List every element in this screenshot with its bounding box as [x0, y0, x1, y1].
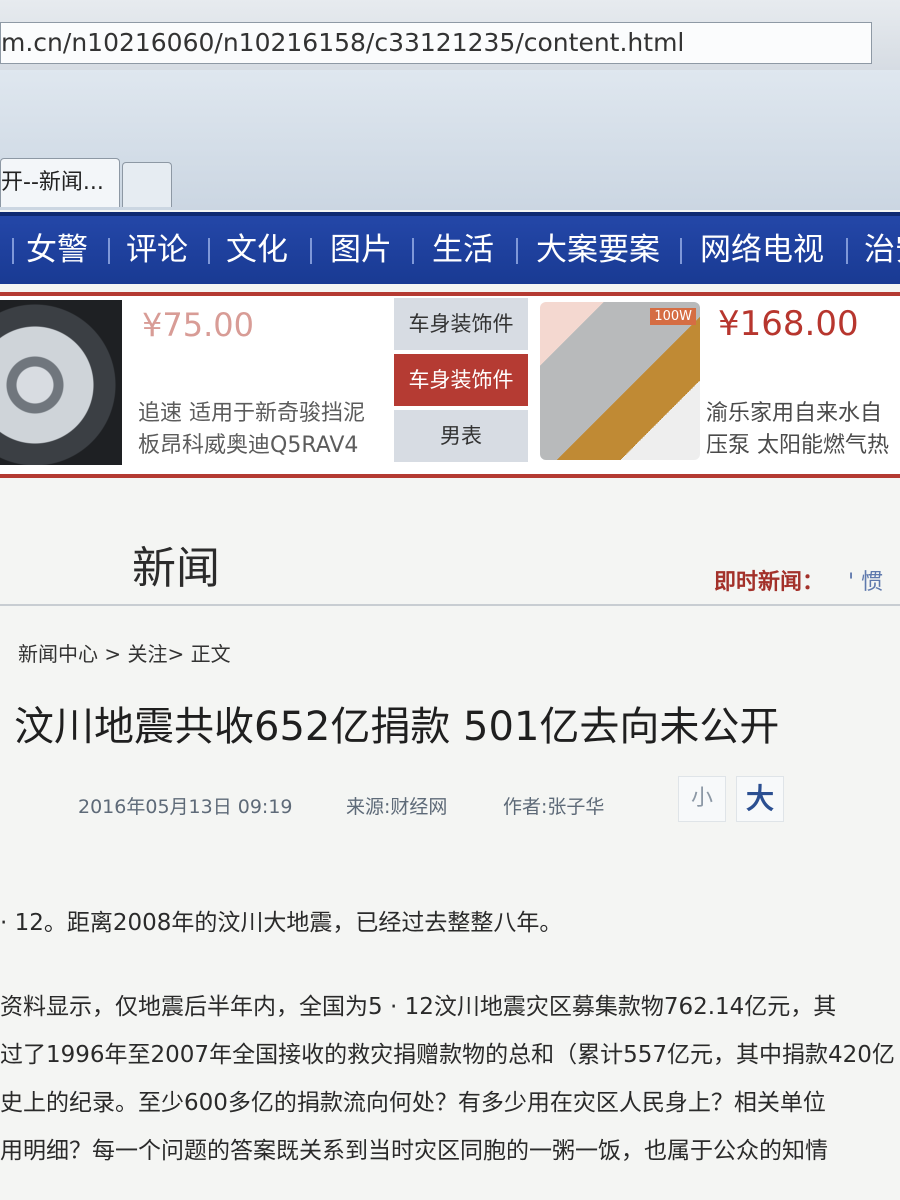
nav-item-major-cases[interactable]: 大案要案	[536, 226, 660, 274]
nav-separator	[12, 238, 14, 264]
instant-news-label: 即时新闻：	[714, 570, 825, 595]
tab-strip: 开--新闻...	[0, 80, 900, 210]
breadcrumb[interactable]: 新闻中心 > 关注> 正文	[18, 638, 231, 667]
nav-item-pictures[interactable]: 图片	[330, 226, 392, 274]
nav-item-public-security[interactable]: 治安	[864, 226, 900, 274]
right-ad-description-line-2: 压泵 太阳能燃气热	[706, 433, 889, 458]
left-ad-description[interactable]: 追速 适用于新奇骏挡泥 板昂科威奥迪Q5RAV4	[138, 398, 388, 462]
nav-separator	[208, 238, 210, 264]
article-paragraph-2-line-2: 过了1996年至2007年全国接收的救灾捐赠款物的总和（累计557亿元，其中捐款…	[0, 1042, 895, 1068]
article-paragraph-2-line-4: 用明细？每一个问题的答案既关系到当时灾区同胞的一粥一饭，也属于公众的知情	[0, 1138, 828, 1164]
nav-separator	[516, 238, 518, 264]
article-headline: 汶川地震共收652亿捐款 501亿去向未公开	[14, 704, 780, 750]
nav-separator	[108, 238, 110, 264]
url-field[interactable]: m.cn/n10216060/n10216158/c33121235/conte…	[0, 22, 872, 64]
right-ad-description-line-1: 渝乐家用自来水自	[706, 401, 883, 426]
ad-category-body-accessories-selected[interactable]: 车身装饰件	[394, 354, 528, 406]
ad-category-menu: 车身装饰件 车身装饰件 男表	[394, 298, 528, 464]
new-tab-icon[interactable]	[122, 162, 172, 207]
left-ad-description-line-1: 追速 适用于新奇骏挡泥	[138, 401, 365, 426]
right-ad-description[interactable]: 渝乐家用自来水自 压泵 太阳能燃气热	[706, 398, 896, 462]
font-size-small-button[interactable]: 小	[678, 776, 726, 822]
section-title: 新闻	[132, 543, 220, 594]
browser-address-bar: m.cn/n10216060/n10216158/c33121235/conte…	[0, 0, 900, 71]
nav-item-commentary[interactable]: 评论	[126, 226, 188, 274]
section-divider	[0, 604, 900, 606]
top-navigation: 女警 评论 文化 图片 生活 大案要案 网络电视 治安	[0, 212, 900, 284]
nav-item-life[interactable]: 生活	[432, 226, 494, 274]
font-size-large-button[interactable]: 大	[736, 776, 784, 822]
article-date: 2016年05月13日 09:19	[78, 796, 293, 818]
power-badge: 100W	[650, 308, 696, 325]
wheel-product-image[interactable]	[0, 300, 122, 465]
nav-item-women-police[interactable]: 女警	[26, 226, 88, 274]
article-paragraph-1: · 12。距离2008年的汶川大地震，已经过去整整八年。	[0, 910, 563, 936]
article-paragraph-2-line-3: 史上的纪录。至少600多亿的捐款流向何处？有多少用在灾区人民身上？相关单位	[0, 1090, 826, 1116]
nav-separator	[680, 238, 682, 264]
left-ad-price: ¥75.00	[142, 306, 254, 344]
instant-news-ticker[interactable]: ' 惯	[848, 564, 883, 596]
article-source[interactable]: 来源:财经网	[346, 792, 447, 819]
browser-tab[interactable]: 开--新闻...	[0, 158, 120, 207]
article-paragraph-2-line-1: 资料显示，仅地震后半年内，全国为5 · 12汶川地震灾区募集款物762.14亿元…	[0, 994, 837, 1020]
left-ad-description-line-2: 板昂科威奥迪Q5RAV4	[138, 433, 359, 458]
ad-category-mens-watches[interactable]: 男表	[394, 410, 528, 462]
right-ad-price: ¥168.00	[718, 304, 859, 344]
nav-item-online-tv[interactable]: 网络电视	[700, 226, 824, 274]
nav-item-culture[interactable]: 文化	[226, 226, 288, 274]
article-author: 作者:张子华	[503, 796, 605, 818]
ad-category-body-accessories[interactable]: 车身装饰件	[394, 298, 528, 350]
nav-separator	[846, 238, 848, 264]
water-pump-product-image[interactable]: 100W	[540, 302, 700, 460]
nav-separator	[412, 238, 414, 264]
nav-separator	[310, 238, 312, 264]
